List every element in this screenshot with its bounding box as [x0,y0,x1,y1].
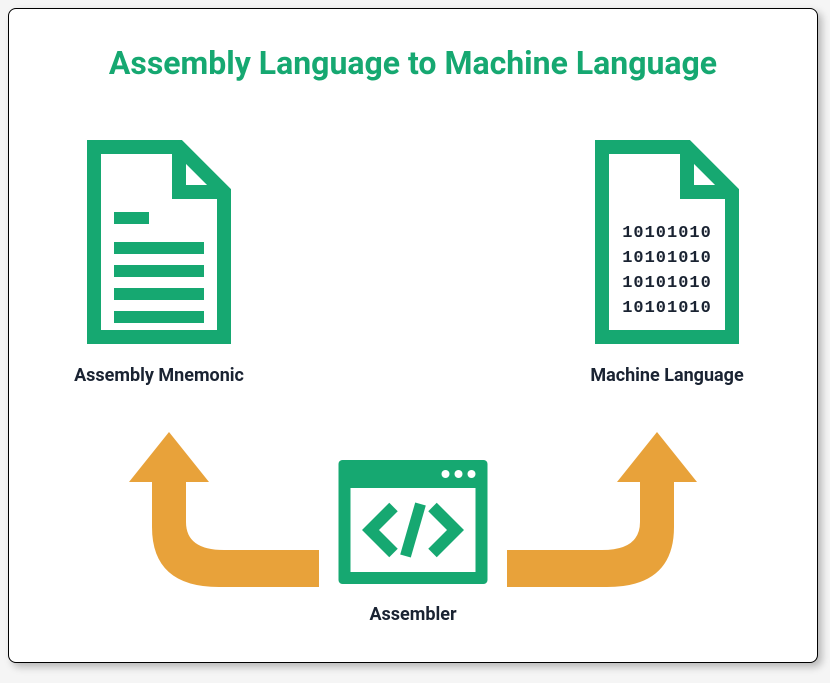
arrow-right-icon [502,432,702,611]
document-binary-icon: 10101010 10101010 10101010 10101010 [582,137,752,347]
document-lines-icon [74,137,244,347]
machine-language-node: 10101010 10101010 10101010 10101010 Mach… [582,137,752,386]
assembly-mnemonic-node: Assembly Mnemonic [74,137,244,386]
code-window-icon [331,452,496,592]
assembler-label: Assembler [369,604,456,625]
assembly-mnemonic-label: Assembly Mnemonic [74,365,244,386]
binary-line-0: 10101010 [622,224,712,243]
diagram-area: Assembly Mnemonic 10101010 10101010 1010… [39,127,787,647]
binary-line-3: 10101010 [622,299,712,318]
binary-line-2: 10101010 [622,274,712,293]
diagram-title: Assembly Language to Machine Language [39,44,787,82]
assembler-node: Assembler [331,452,496,625]
diagram-card: Assembly Language to Machine Language As… [8,8,818,663]
binary-line-1: 10101010 [622,249,712,268]
arrow-left-icon [124,432,324,611]
machine-language-label: Machine Language [590,365,743,386]
